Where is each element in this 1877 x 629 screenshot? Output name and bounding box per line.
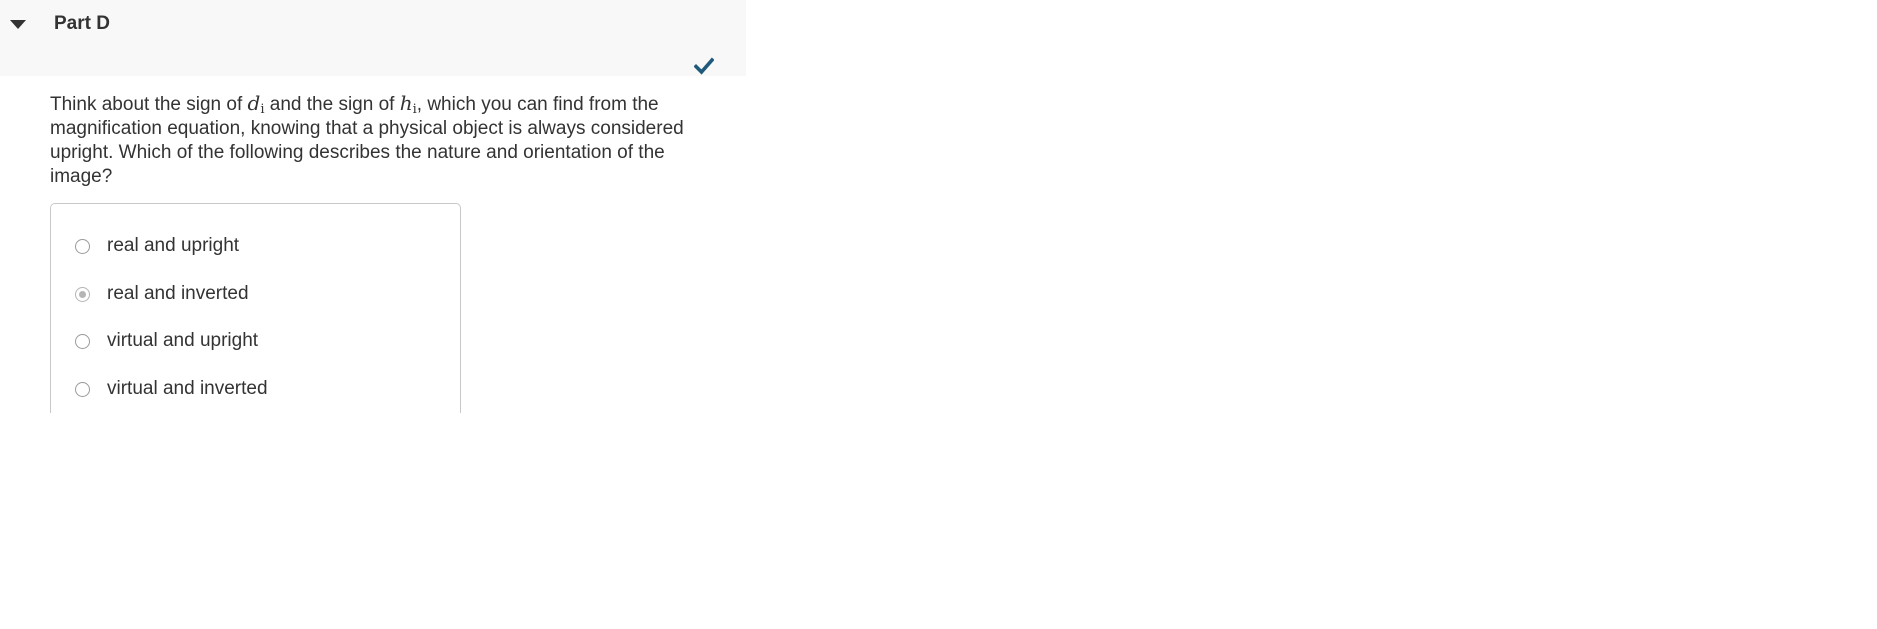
radio-button[interactable]	[75, 238, 90, 254]
radio-button[interactable]	[75, 381, 90, 397]
checkmark-icon	[694, 57, 714, 75]
question-text: Think about the sign of di and the sign …	[50, 91, 684, 187]
radio-button[interactable]	[75, 333, 90, 349]
caret-down-icon[interactable]	[10, 20, 26, 29]
part-header[interactable]: Part D	[0, 0, 746, 76]
option-label: virtual and inverted	[107, 378, 268, 399]
option-label: real and inverted	[107, 283, 249, 304]
math-var-hi: hi	[399, 91, 417, 117]
option-label: real and upright	[107, 235, 240, 256]
page: Part D Think about the sign of di and th…	[0, 0, 1877, 629]
option-label: virtual and upright	[107, 330, 259, 351]
answer-options: real and upright real and inverted virtu…	[50, 203, 461, 413]
option-real-and-upright[interactable]: real and upright	[75, 231, 239, 261]
part-title: Part D	[54, 13, 110, 34]
radio-button-selected[interactable]	[75, 286, 90, 302]
option-real-and-inverted[interactable]: real and inverted	[75, 279, 249, 309]
math-var-di: di	[247, 91, 265, 117]
option-virtual-and-inverted[interactable]: virtual and inverted	[75, 374, 268, 404]
option-virtual-and-upright[interactable]: virtual and upright	[75, 326, 258, 356]
